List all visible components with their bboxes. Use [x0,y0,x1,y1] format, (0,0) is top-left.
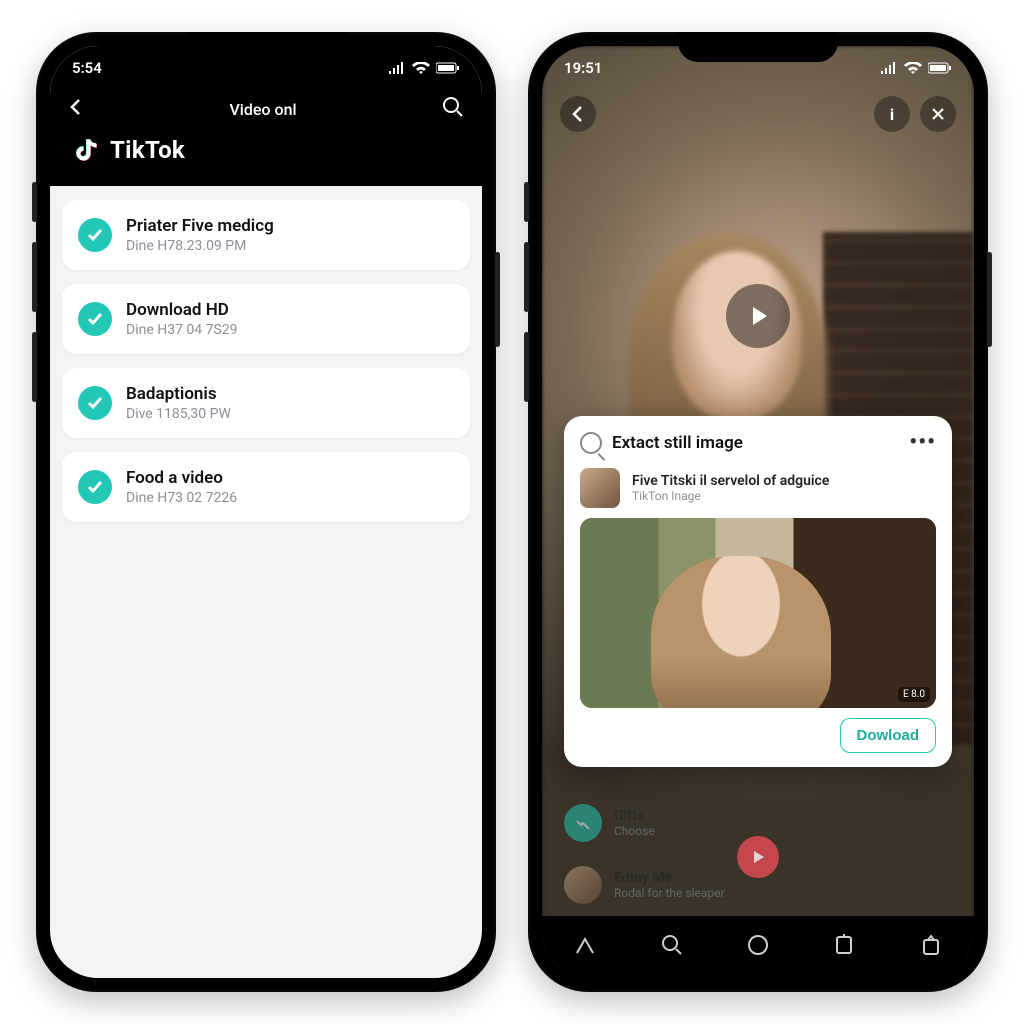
check-icon [78,386,112,420]
status-icons [880,62,952,74]
item-title: Five Titski il servelol of adguice [632,473,829,489]
download-list: Priater Five medicg Dine H78.23.09 PM Do… [50,186,482,550]
item-sub: Choose [614,824,655,838]
status-icons [388,62,460,74]
battery-icon [928,62,952,74]
item-meta: Dine H73 02 7226 [126,490,237,506]
item-meta: Dine H78.23.09 PM [126,238,274,254]
thumbnail-icon [580,468,620,508]
status-time: 19:51 [564,59,602,77]
back-button[interactable] [560,96,596,132]
brand-row: TikTok [50,132,482,170]
item-title: Edtoy Me [614,870,725,886]
status-bar: 5:54 [50,46,482,90]
play-button[interactable] [726,284,790,348]
avatar [564,866,602,904]
check-icon [78,302,112,336]
item-title: Download HD [126,300,238,320]
item-title: Food a video [126,468,237,488]
wifi-icon [904,62,922,74]
info-button[interactable]: i [874,96,910,132]
item-title: Gifts [614,808,655,824]
back-button[interactable] [68,97,84,121]
nav-search-icon[interactable] [660,933,684,961]
still-preview[interactable]: E 8.0 [580,518,936,708]
sheet-title: Extact still image [612,433,743,453]
nav-home-icon[interactable] [573,933,597,961]
bottom-nav [542,916,974,978]
download-button[interactable]: Dowload [840,718,937,753]
wifi-icon [412,62,430,74]
video-item[interactable]: Five Titski il servelol of adguice TikTo… [580,468,936,508]
check-icon [564,804,602,842]
list-item[interactable]: Badaptionis Dive 1185,30 PW [62,368,470,438]
battery-icon [436,62,460,74]
brand-name: TikTok [110,136,185,164]
item-sub: Rodal for the sleaper [614,886,725,900]
status-time: 5:54 [72,59,102,77]
item-sub: TikTon Inage [632,489,829,503]
item-title: Priater Five medicg [126,216,274,236]
preview-badge: E 8.0 [898,687,930,702]
phone-right: 19:51 i [528,32,988,992]
nav-library-icon[interactable] [832,933,856,961]
signal-icon [388,62,406,74]
check-icon [78,470,112,504]
check-icon [78,218,112,252]
signal-icon [880,62,898,74]
close-button[interactable] [920,96,956,132]
phone-left: 5:54 Video onl [36,32,496,992]
page-title: Video onl [84,100,442,119]
search-button[interactable] [442,96,464,122]
tiktok-logo-icon [72,136,100,164]
nav-record-icon[interactable] [746,933,770,961]
list-item[interactable]: Priater Five medicg Dine H78.23.09 PM [62,200,470,270]
nav-share-icon[interactable] [919,933,943,961]
search-icon [580,432,602,454]
extract-sheet: Extact still image ••• Five Titski il se… [564,416,952,767]
item-meta: Dine H37 04 7S29 [126,322,238,338]
item-meta: Dive 1185,30 PW [126,406,231,422]
list-item[interactable]: Edtoy Me Rodal for the sleaper [564,866,952,904]
item-title: Badaptionis [126,384,231,404]
list-item[interactable]: Download HD Dine H37 04 7S29 [62,284,470,354]
list-item[interactable]: Food a video Dine H73 02 7226 [62,452,470,522]
status-bar: 19:51 [542,46,974,90]
